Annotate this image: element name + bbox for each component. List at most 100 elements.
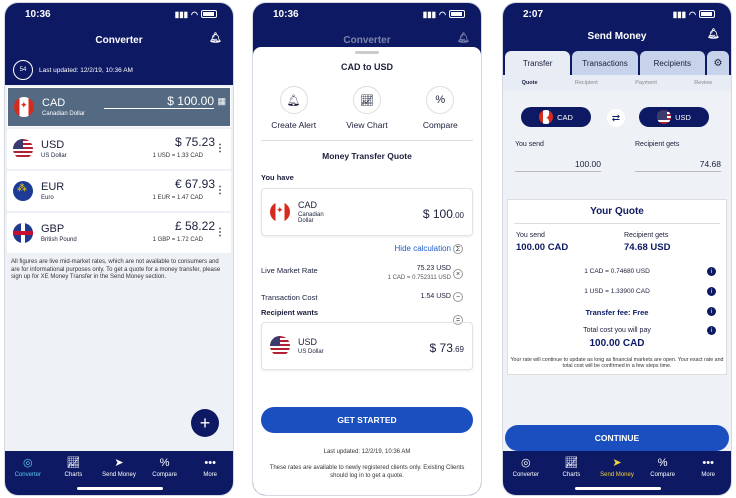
tab-converter[interactable]: ◎ Converter (8, 457, 48, 478)
currency-row-eur[interactable]: EUR Euro € 67.93 1 EUR = 1.47 CAD ⋮ (7, 171, 231, 211)
send-icon: ➤ (114, 457, 124, 469)
fine-print: Your rate will continue to update as lon… (510, 357, 724, 370)
tab-converter[interactable]: ◎ Converter (506, 457, 546, 478)
info-icon[interactable]: i (707, 326, 716, 335)
step-review: Review (694, 80, 713, 86)
get-started-button[interactable]: GET STARTED (261, 407, 473, 433)
tab-label: Send Money (600, 472, 634, 478)
you-send-input[interactable]: 100.00 (515, 159, 601, 172)
rate: 1 GBP = 1.72 CAD (152, 237, 203, 243)
swap-icon[interactable]: ⇄ (607, 109, 625, 127)
uk-flag-icon (13, 223, 33, 243)
currency-row-gbp[interactable]: GBP British Pound £ 58.22 1 GBP = 1.72 C… (7, 213, 231, 253)
currency-code: USD (675, 112, 691, 122)
currency-name: Euro (41, 195, 54, 201)
step-payment: Payment (635, 80, 657, 86)
info-icon[interactable]: i (707, 287, 716, 296)
percent-icon: % (159, 457, 170, 469)
action-label: Compare (422, 120, 458, 130)
info-icon[interactable]: i (707, 267, 716, 276)
us-flag-icon (270, 336, 290, 356)
tab-label: More (701, 472, 715, 478)
battery-icon (699, 10, 715, 18)
you-have-card[interactable]: CAD Canadian Dollar $ 100.00 (261, 188, 473, 236)
calculator-icon[interactable]: ▦ (217, 96, 226, 107)
rate: 1 EUR = 1.47 CAD (152, 195, 203, 201)
more-options-icon[interactable]: ⋮ (215, 185, 225, 196)
tab-compare[interactable]: % Compare (643, 457, 683, 478)
currency-row-usd[interactable]: USD US Dollar $ 75.23 1 USD = 1.33 CAD ⋮ (7, 129, 231, 169)
add-currency-button[interactable]: + (191, 409, 219, 437)
tab-label: More (203, 472, 217, 478)
tab-label: Charts (562, 472, 581, 478)
tab-charts[interactable]: 📈︎ Charts (53, 457, 93, 478)
base-currency-row[interactable]: CAD Canadian Dollar $ 100.00 ▦ (7, 87, 231, 127)
tab-recipients[interactable]: Recipients (639, 51, 705, 75)
q-gets-label: Recipient gets (624, 232, 669, 239)
currency-code: CAD (42, 97, 66, 109)
tab-transactions[interactable]: Transactions (572, 51, 638, 75)
recipient-wants-card[interactable]: USD US Dollar $ 73.69 (261, 322, 473, 370)
send-icon: ➤ (612, 457, 622, 469)
more-options-icon[interactable]: ⋮ (215, 143, 225, 154)
chart-icon: 📈︎ (66, 457, 81, 469)
more-options-icon[interactable]: ⋮ (215, 227, 225, 238)
tab-compare[interactable]: % Compare (145, 457, 185, 478)
tab-send-money[interactable]: ➤ Send Money (99, 457, 139, 478)
home-indicator (77, 487, 163, 490)
disclaimer: All figures are live mid-market rates, w… (11, 259, 221, 280)
info-icon[interactable]: i (707, 307, 716, 316)
bell-icon[interactable]: 🔔︎ (707, 29, 720, 41)
converted-amount: $ 75.23 (174, 135, 215, 149)
currency-name: Canadian Dollar (42, 111, 86, 117)
header: 2:07 ▮▮▮ ◠ Send Money 🔔︎ Transfer Transac… (503, 3, 731, 75)
chart-icon: 📈︎ (352, 86, 381, 114)
to-currency-selector[interactable]: USD (639, 107, 709, 127)
transfer-fee: Transfer fee: Free (585, 308, 649, 317)
page-title: Converter (95, 34, 143, 46)
create-alert-button[interactable]: 🔔︎ Create Alert (259, 86, 329, 130)
rates-footnote: These rates are available to newly regis… (269, 465, 465, 479)
currency-code: USD (41, 139, 65, 151)
currency-code: CAD (557, 112, 573, 122)
wifi-icon: ◠ (689, 9, 696, 19)
status-icons: ▮▮▮ ◠ (673, 10, 715, 19)
amount-input[interactable]: $ 100.00 (104, 94, 214, 109)
tab-label: Send Money (102, 472, 136, 478)
page-title: Converter (343, 34, 391, 46)
status-bar: 10:36 ▮▮▮ ◠ (5, 3, 233, 25)
refresh-countdown[interactable]: 54 (13, 60, 33, 80)
clock: 10:36 (273, 8, 299, 20)
tab-label: Compare (650, 472, 675, 478)
amount-main: $ 73 (429, 341, 453, 355)
from-currency-selector[interactable]: CAD (521, 107, 591, 127)
divider (261, 140, 473, 141)
tab-more[interactable]: ••• More (190, 457, 230, 478)
recipient-gets-input[interactable]: 74.68 (635, 159, 721, 172)
sheet-handle[interactable] (355, 51, 379, 54)
tab-send-money[interactable]: ➤ Send Money (597, 457, 637, 478)
update-bar: 54 Last updated: 12/2/19, 10:36 AM (5, 55, 233, 85)
percent-icon: % (657, 457, 668, 469)
us-flag-icon (13, 139, 33, 159)
tab-transfer[interactable]: Transfer (505, 51, 571, 75)
tab-more[interactable]: ••• More (688, 457, 728, 478)
send-money-screen: 2:07 ▮▮▮ ◠ Send Money 🔔︎ Transfer Transac… (502, 2, 732, 496)
gear-icon[interactable]: ⚙ (706, 51, 729, 75)
bell-icon[interactable]: 🔔︎ (209, 33, 222, 45)
view-chart-button[interactable]: 📈︎ View Chart (332, 86, 402, 130)
quote-title: Money Transfer Quote (322, 151, 412, 161)
tab-charts[interactable]: 📈︎ Charts (551, 457, 591, 478)
tab-label: Converter (14, 472, 41, 478)
you-have-label: You have (261, 173, 294, 182)
canada-flag-icon (539, 110, 554, 124)
more-icon: ••• (702, 457, 714, 469)
live-rate-label: Live Market Rate (261, 266, 318, 275)
compare-button[interactable]: % Compare (405, 86, 475, 130)
hide-calculation-link[interactable]: Hide calculation (395, 244, 451, 253)
clock: 2:07 (523, 8, 544, 20)
coins-icon: ◎ (22, 457, 33, 469)
tab-label: Charts (64, 472, 83, 478)
continue-button[interactable]: CONTINUE (505, 425, 729, 451)
you-send-label: You send (515, 141, 544, 148)
